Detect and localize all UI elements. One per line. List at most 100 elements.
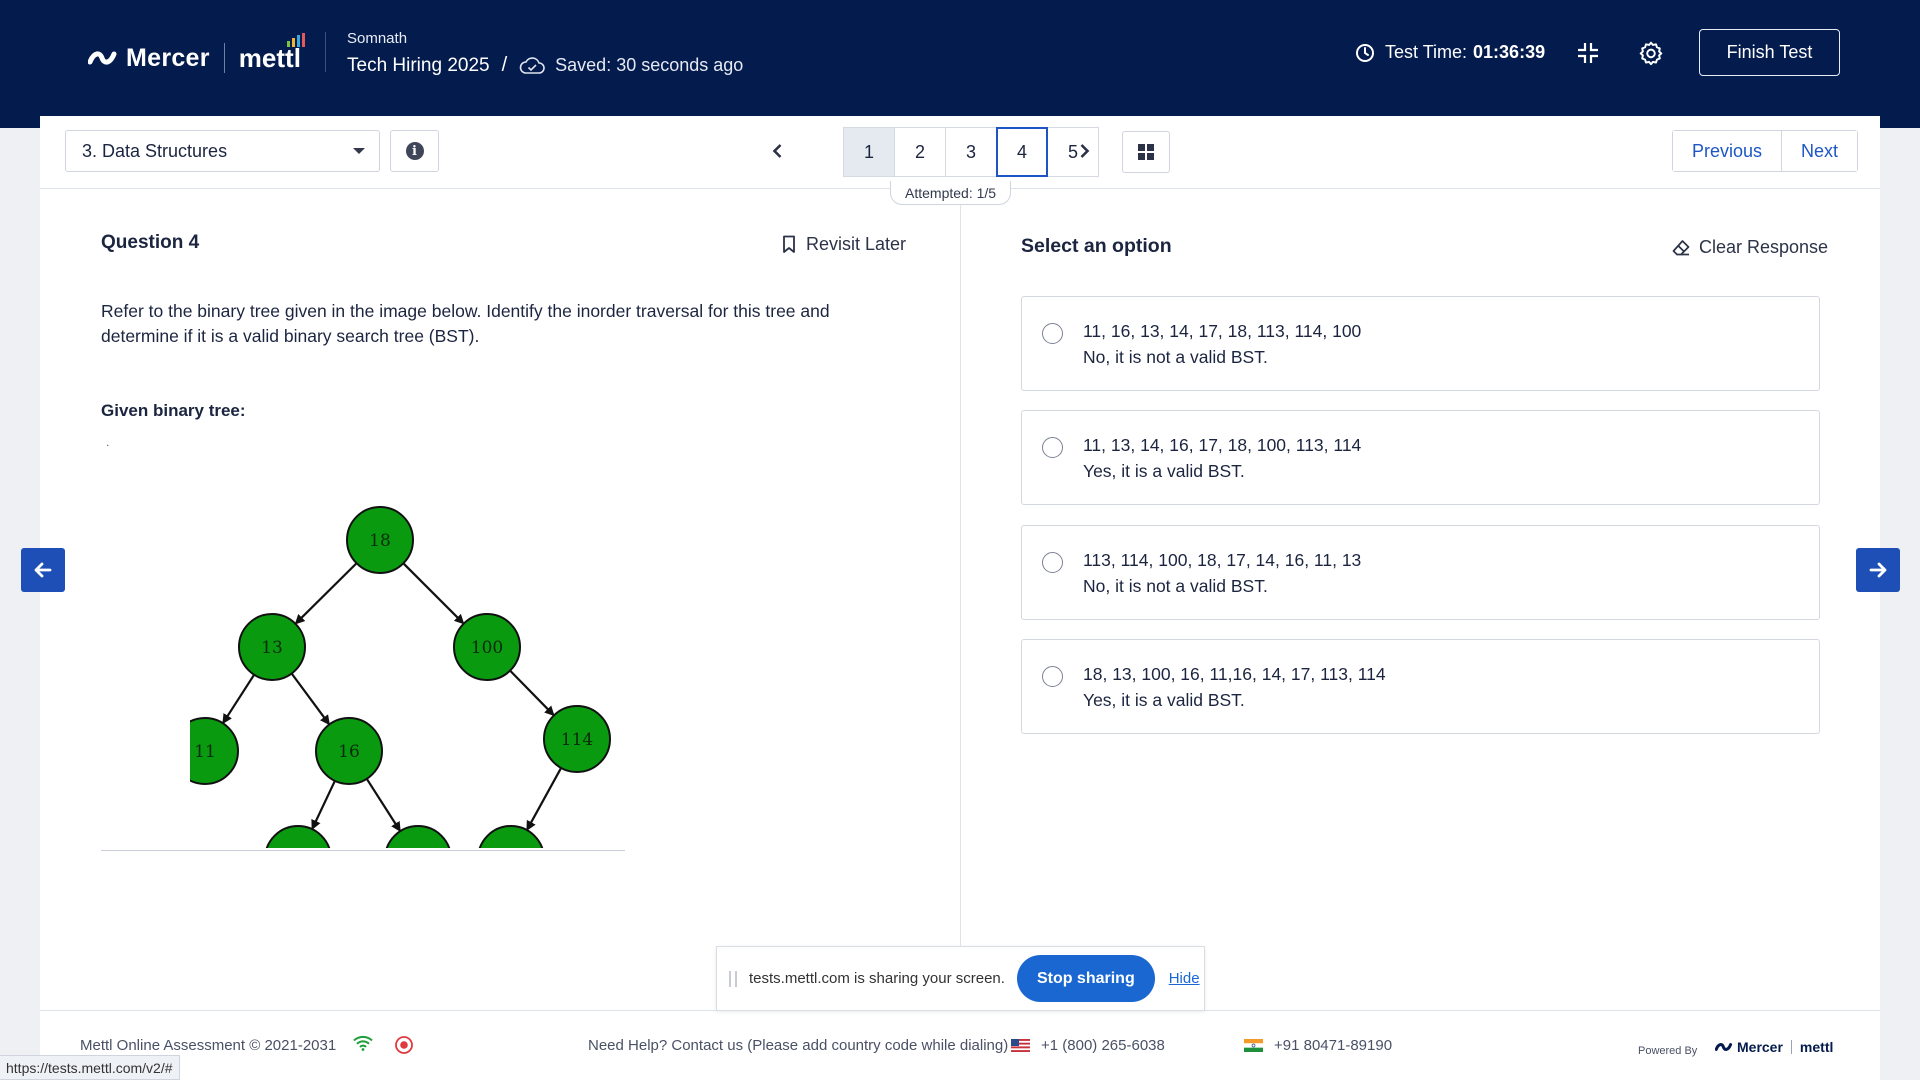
page-button-1[interactable]: 1 — [843, 127, 895, 177]
option-radio[interactable] — [1042, 323, 1063, 344]
grid-icon — [1138, 144, 1154, 160]
given-tree-label: Given binary tree: — [101, 401, 246, 420]
cloud-check-icon — [519, 56, 545, 74]
brand-logo: Mercer mettl — [88, 32, 305, 74]
option-line-1: 113, 114, 100, 18, 17, 14, 16, 11, 13 — [1083, 550, 1362, 570]
india-flag-icon — [1244, 1039, 1263, 1052]
answer-option[interactable]: 11, 13, 14, 16, 17, 18, 100, 113, 114 Ye… — [1021, 410, 1820, 505]
header-divider — [325, 32, 326, 72]
chevron-left-icon[interactable] — [768, 141, 788, 161]
collapse-icon[interactable] — [1576, 41, 1600, 65]
option-radio[interactable] — [1042, 666, 1063, 687]
tree-node: 16 — [315, 717, 383, 785]
timer-value: 01:36:39 — [1473, 42, 1546, 62]
share-message: tests.mettl.com is sharing your screen. — [749, 970, 1005, 987]
answer-option[interactable]: 11, 16, 13, 14, 17, 18, 113, 114, 100 No… — [1021, 296, 1820, 391]
tree-node: 17 — [385, 825, 451, 848]
option-radio[interactable] — [1042, 437, 1063, 458]
answer-option[interactable]: 18, 13, 100, 16, 11,16, 14, 17, 113, 114… — [1021, 639, 1820, 734]
tree-node-label: 13 — [261, 638, 283, 658]
tree-edge — [402, 562, 465, 625]
wifi-icon — [353, 1035, 373, 1051]
clear-response-button[interactable]: Clear Response — [1672, 237, 1828, 258]
timer-label: Test Time: — [1385, 42, 1468, 62]
question-grid-button[interactable] — [1122, 131, 1170, 173]
option-radio[interactable] — [1042, 552, 1063, 573]
footer-logo: Mercer mettl — [1715, 1039, 1833, 1055]
powered-by-label: Powered By — [1638, 1045, 1698, 1057]
option-line-1: 11, 16, 13, 14, 17, 18, 113, 114, 100 — [1083, 321, 1362, 341]
footer-phone-us: +1 (800) 265-6038 — [1041, 1037, 1165, 1054]
revisit-later-button[interactable]: Revisit Later — [782, 234, 906, 255]
question-title: Question 4 — [101, 232, 200, 253]
prev-next-group: Previous Next — [1672, 130, 1859, 172]
question-pager: 12345 — [40, 127, 1880, 177]
tree-node: 113 — [478, 825, 544, 848]
question-text: Refer to the binary tree given in the im… — [101, 301, 830, 346]
drag-handle-icon[interactable] — [729, 970, 737, 987]
attempted-badge: Attempted: 1/5 — [890, 181, 1012, 205]
option-line-1: 18, 13, 100, 16, 11,16, 14, 17, 113, 114 — [1083, 664, 1386, 684]
us-flag-icon — [1011, 1039, 1030, 1052]
test-breadcrumb: Tech Hiring 2025 / Saved: 30 seconds ago — [347, 54, 743, 77]
finish-test-button[interactable]: Finish Test — [1699, 29, 1840, 76]
option-line-1: 11, 13, 14, 16, 17, 18, 100, 113, 114 — [1083, 435, 1362, 455]
select-option-title: Select an option — [1021, 235, 1172, 257]
page-button-4[interactable]: 4 — [996, 127, 1048, 177]
revisit-later-label: Revisit Later — [806, 234, 907, 254]
tree-edge — [365, 778, 401, 833]
footer-phone-india: +91 80471-89190 — [1274, 1037, 1393, 1054]
page-button-3[interactable]: 3 — [945, 127, 997, 177]
stop-sharing-button[interactable]: Stop sharing — [1016, 955, 1155, 1002]
tree-node: 11 — [190, 717, 239, 785]
pane-divider — [960, 189, 961, 947]
arrow-right-icon — [1869, 562, 1887, 578]
stray-dot: . — [106, 435, 110, 449]
tree-edge — [222, 674, 256, 725]
mercer-logo-icon — [1715, 1043, 1733, 1051]
footer: Mettl Online Assessment © 2021-2031 Need… — [40, 1010, 1880, 1080]
next-question-arrow[interactable] — [1856, 548, 1900, 592]
option-line-2: No, it is not a valid BST. — [1083, 576, 1268, 596]
answer-option[interactable]: 113, 114, 100, 18, 17, 14, 16, 11, 13 No… — [1021, 525, 1820, 620]
tree-edge — [294, 562, 358, 625]
tree-node-label: 16 — [338, 742, 360, 762]
footer-logo-separator — [1790, 1040, 1792, 1054]
eraser-icon — [1672, 239, 1690, 255]
tree-node: 14 — [265, 825, 331, 848]
tree-edge — [526, 767, 563, 831]
option-line-2: Yes, it is a valid BST. — [1083, 690, 1245, 710]
clock-icon — [1356, 43, 1374, 62]
bookmark-icon — [783, 235, 795, 253]
tree-node: 13 — [238, 613, 306, 681]
footer-copyright: Mettl Online Assessment © 2021-2031 — [80, 1037, 337, 1054]
brand-mettl: mettl — [239, 32, 305, 74]
hide-share-bar-link[interactable]: Hide — [1169, 970, 1200, 987]
binary-tree-image: 18 13 100 11 16 114 14 17 113 — [190, 506, 611, 848]
tree-node-label: 18 — [369, 531, 391, 551]
tree-node-label: 100 — [471, 638, 503, 658]
tree-node: 100 — [453, 613, 521, 681]
page-button-2[interactable]: 2 — [894, 127, 946, 177]
previous-button[interactable]: Previous — [1673, 131, 1782, 171]
question-card: 3. Data Structures i 12345 Attempted: 1/… — [40, 116, 1880, 1010]
tree-edge — [290, 672, 330, 726]
mercer-logo-icon — [88, 51, 117, 65]
chevron-right-icon[interactable] — [1074, 141, 1094, 161]
gear-icon[interactable] — [1638, 40, 1664, 66]
option-line-2: No, it is not a valid BST. — [1083, 347, 1268, 367]
recording-icon — [395, 1036, 413, 1054]
next-button[interactable]: Next — [1782, 131, 1858, 171]
mettl-bars-icon — [286, 32, 305, 47]
tree-node-label: 11 — [194, 742, 216, 762]
breadcrumb-separator: / — [501, 54, 508, 76]
saved-status: Saved: 30 seconds ago — [555, 55, 744, 75]
test-timer: Test Time: 01:36:39 — [1355, 42, 1545, 63]
footer-logo-mettl: mettl — [1799, 1039, 1834, 1055]
candidate-name: Somnath — [347, 30, 408, 47]
tree-node: 114 — [543, 705, 611, 773]
question-separator — [101, 850, 625, 851]
previous-question-arrow[interactable] — [21, 548, 65, 592]
brand-mercer: Mercer — [126, 43, 210, 72]
footer-logo-mercer: Mercer — [1737, 1039, 1783, 1055]
